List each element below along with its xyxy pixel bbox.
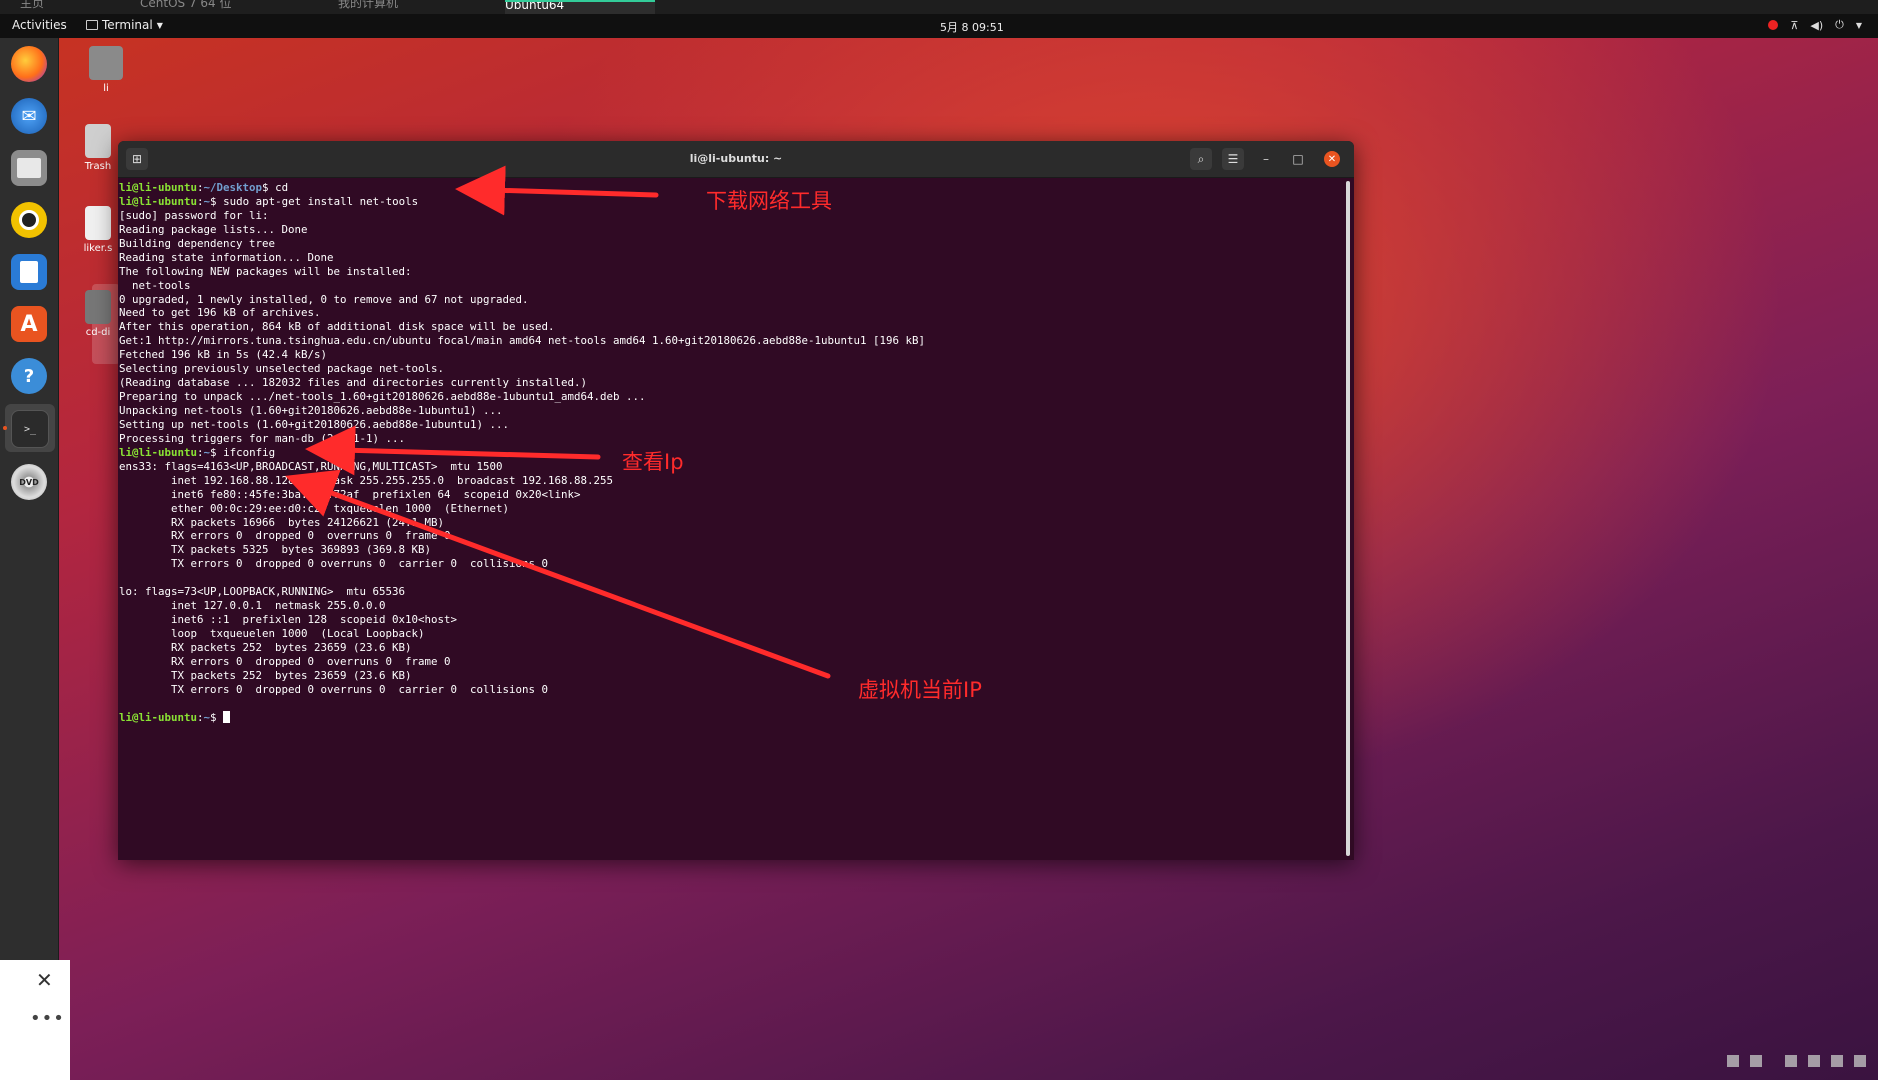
annotation-check-ip: 查看Ip [622,450,684,474]
workspace-indicator [1831,1055,1843,1067]
annotation-download: 下载网络工具 [706,189,832,213]
workspace-indicator [1854,1055,1866,1067]
arrow-to-install [455,165,659,216]
arrow-to-inet [285,469,831,679]
workspace-indicator [1808,1055,1820,1067]
host-popup: ✕ ••• [0,960,70,1080]
more-options-icon[interactable]: ••• [30,1008,65,1029]
arrow-to-ifconfig [305,425,601,476]
close-icon[interactable]: ✕ [36,968,53,992]
workspace-indicator [1750,1055,1762,1067]
workspace-indicator [1727,1055,1739,1067]
workspace-indicator [1785,1055,1797,1067]
annotation-arrows [285,165,831,679]
annotation-current-ip: 虚拟机当前IP [858,678,982,702]
